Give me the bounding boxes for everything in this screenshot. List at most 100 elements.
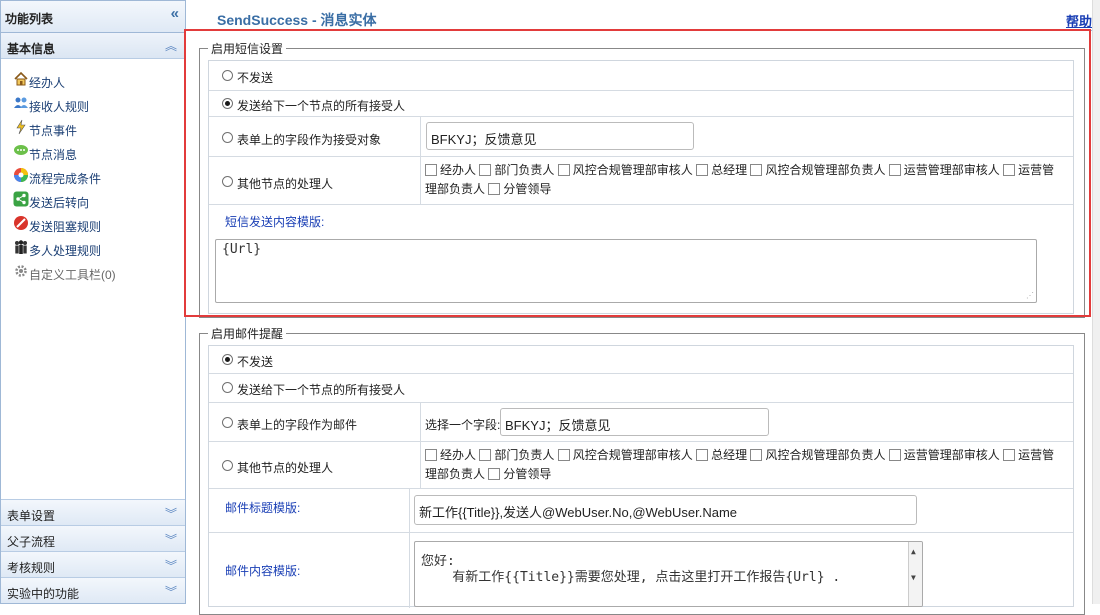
mail-body-textarea[interactable]: 您好: 有新工作{{Title}}需要您处理, 点击这里打开工作报告{Url} … — [414, 541, 923, 607]
textarea-scrollbar[interactable]: ▲ ▼ — [908, 542, 922, 606]
sms-field-input[interactable]: BFKYJ；反馈意见 — [426, 122, 694, 150]
sidebar-item-node-message[interactable]: 节点消息 — [1, 141, 185, 165]
sms-radio-other-nodes[interactable] — [222, 176, 233, 187]
main-content: SendSuccess - 消息实体 帮助 启用短信设置 不发送 发送给下一个节… — [188, 0, 1100, 615]
users-icon — [13, 95, 29, 111]
collapse-sidebar-icon[interactable]: « — [171, 5, 179, 22]
sidebar: 功能列表 « 基本信息 ︽ 经办人 接收人规则 节点事件 节点消息 流程完成条件… — [0, 0, 186, 604]
chevron-down-icon[interactable]: ︾ — [165, 583, 177, 600]
panel-subflow[interactable]: 父子流程 ︾ — [1, 525, 185, 551]
mail-row-next: 发送给下一个节点的所有接受人 — [209, 374, 1073, 403]
checkbox[interactable] — [750, 164, 763, 176]
sidebar-items: 经办人 接收人规则 节点事件 节点消息 流程完成条件 发送后转向 发送阻塞规则 … — [1, 59, 185, 285]
sidebar-item-completion-condition[interactable]: 流程完成条件 — [1, 165, 185, 189]
page-title: SendSuccess - 消息实体 — [217, 12, 377, 28]
mail-subject-input[interactable]: 新工作{{Title}},发送人@WebUser.No,@WebUser.Nam… — [414, 495, 917, 525]
checkbox[interactable] — [479, 164, 492, 176]
panel-label: 实验中的功能 — [7, 587, 80, 601]
sms-radio-none[interactable] — [222, 70, 233, 81]
sidebar-bottom-panels: 表单设置 ︾ 父子流程 ︾ 考核规则 ︾ 实验中的功能 ︾ — [1, 499, 185, 603]
checkbox-label: 运营管 — [1018, 163, 1055, 177]
mail-table: 不发送 发送给下一个节点的所有接受人 表单上的字段作为邮件 选择一个字段: BF… — [208, 345, 1074, 608]
checkbox[interactable] — [425, 164, 437, 176]
checkbox[interactable] — [557, 164, 570, 176]
chevron-down-icon[interactable]: ︾ — [165, 531, 177, 548]
sidebar-item-label: 发送后转向 — [29, 196, 90, 210]
mail-legend: 启用邮件提醒 — [211, 327, 284, 341]
checkbox-label: 运营管理部审核人 — [903, 448, 1000, 462]
sidebar-item-receiver-rule[interactable]: 接收人规则 — [1, 93, 185, 117]
mail-field-input[interactable]: BFKYJ；反馈意见 — [500, 408, 769, 436]
panel-assessment-rules[interactable]: 考核规则 ︾ — [1, 551, 185, 577]
checkbox[interactable] — [1003, 164, 1016, 176]
checkbox[interactable] — [425, 449, 437, 461]
sms-row-others: 其他节点的处理人 经办人 部门负责人 风控合规管理部审核人 总经理 风控合规管理… — [209, 157, 1073, 205]
checkbox[interactable] — [750, 449, 763, 461]
mail-subject-label: 邮件标题模版: — [225, 501, 301, 515]
sidebar-item-node-event[interactable]: 节点事件 — [1, 117, 185, 141]
checkbox-label-continued: 理部负责人 — [425, 182, 486, 196]
mail-row-none: 不发送 — [209, 346, 1073, 374]
checkbox-label: 风控合规管理部负责人 — [765, 163, 886, 177]
sms-template-label: 短信发送内容模版: — [225, 215, 325, 229]
sms-radio-form-field[interactable] — [222, 132, 233, 143]
sms-template-textarea[interactable]: {Url} ⋰ — [215, 239, 1037, 303]
sidebar-item-block-rule[interactable]: 发送阻塞规则 — [1, 213, 185, 237]
sidebar-header: 功能列表 « — [1, 1, 185, 33]
checkbox-label: 经办人 — [440, 163, 477, 177]
scroll-up-icon[interactable]: ▲ — [911, 544, 916, 560]
checkbox[interactable] — [479, 449, 492, 461]
panel-basic-info[interactable]: 基本信息 ︽ — [1, 33, 185, 59]
lightning-icon — [13, 119, 29, 135]
chevron-down-icon[interactable]: ︾ — [165, 505, 177, 522]
panel-form-settings[interactable]: 表单设置 ︾ — [1, 499, 185, 525]
checkbox[interactable] — [1003, 449, 1016, 461]
panel-title-label: 基本信息 — [7, 42, 56, 56]
sidebar-item-handler[interactable]: 经办人 — [1, 69, 185, 93]
block-icon — [13, 215, 29, 231]
panel-experimental[interactable]: 实验中的功能 ︾ — [1, 577, 185, 603]
resize-grip-icon[interactable]: ⋰ — [1026, 291, 1034, 300]
sidebar-item-multi-handler[interactable]: 多人处理规则 — [1, 237, 185, 261]
sidebar-item-after-send[interactable]: 发送后转向 — [1, 189, 185, 213]
cell-divider — [420, 157, 421, 204]
mail-row-subject: 邮件标题模版: 新工作{{Title}},发送人@WebUser.No,@Web… — [209, 489, 1073, 533]
radio-label: 其他节点的处理人 — [237, 461, 334, 475]
help-link[interactable]: 帮助 — [1066, 11, 1092, 30]
mail-row-field: 表单上的字段作为邮件 选择一个字段: BFKYJ；反馈意见 — [209, 403, 1073, 442]
radio-label: 发送给下一个节点的所有接受人 — [237, 383, 406, 397]
mail-radio-next-node[interactable] — [222, 382, 233, 393]
sidebar-item-custom-toolbar[interactable]: 自定义工具栏(0) — [1, 261, 185, 285]
sidebar-item-label: 节点事件 — [29, 124, 78, 138]
mail-radio-none[interactable] — [222, 354, 233, 365]
checkbox[interactable] — [557, 449, 570, 461]
chevron-down-icon[interactable]: ︾ — [165, 557, 177, 574]
field-prefix-label: 选择一个字段: — [425, 418, 501, 432]
chevron-up-icon[interactable]: ︽ — [165, 37, 177, 54]
checkbox-label: 运营管 — [1018, 448, 1055, 462]
scroll-down-icon[interactable]: ▼ — [911, 570, 916, 586]
sms-table: 不发送 发送给下一个节点的所有接受人 表单上的字段作为接受对象 BFKYJ；反馈… — [208, 60, 1074, 314]
checkbox[interactable] — [888, 164, 901, 176]
checkbox[interactable] — [488, 183, 501, 195]
sms-row-template: 短信发送内容模版: {Url} ⋰ — [209, 205, 1073, 315]
page-scrollbar[interactable] — [1092, 0, 1100, 604]
cell-divider — [420, 403, 421, 441]
sms-legend: 启用短信设置 — [211, 42, 284, 56]
mail-radio-form-field[interactable] — [222, 417, 233, 428]
mail-radio-other-nodes[interactable] — [222, 460, 233, 471]
radio-label: 表单上的字段作为邮件 — [237, 418, 358, 432]
checkbox-label: 部门负责人 — [494, 163, 555, 177]
sms-radio-next-node[interactable] — [222, 98, 233, 109]
checkbox[interactable] — [696, 449, 709, 461]
checkbox[interactable] — [488, 468, 501, 480]
share-icon — [13, 191, 29, 207]
radio-label: 其他节点的处理人 — [237, 177, 334, 191]
checkbox[interactable] — [696, 164, 709, 176]
checkbox[interactable] — [888, 449, 901, 461]
cell-divider — [420, 117, 421, 156]
mail-row-body: 邮件内容模版: 您好: 有新工作{{Title}}需要您处理, 点击这里打开工作… — [209, 533, 1073, 608]
sidebar-item-label: 接收人规则 — [29, 100, 90, 114]
sms-row-next: 发送给下一个节点的所有接受人 — [209, 91, 1073, 117]
panel-label: 考核规则 — [7, 561, 56, 575]
